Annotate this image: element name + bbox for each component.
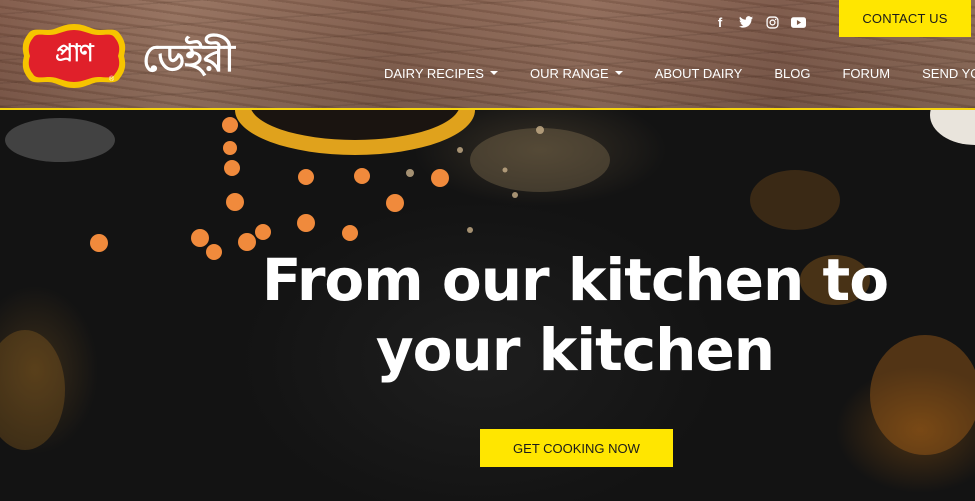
nav-item-label: SEND YOUR R	[922, 65, 975, 81]
nav-item-label: ABOUT DAIRY	[654, 65, 743, 81]
pran-logo[interactable]: প্রাণ ®	[20, 22, 128, 90]
nav-item-dairy-recipes[interactable]: DAIRY RECIPES	[384, 64, 498, 82]
youtube-icon[interactable]	[790, 14, 806, 30]
nav-item-about-dairy[interactable]: ABOUT DAIRY	[655, 64, 743, 82]
caret-down-icon	[489, 71, 498, 75]
nav-item-our-range[interactable]: OUR RANGE	[530, 64, 623, 82]
twitter-icon[interactable]	[738, 14, 754, 30]
nav-item-send-your-recipe[interactable]: SEND YOUR R	[922, 64, 975, 82]
social-links: f	[712, 14, 806, 30]
site-header: প্রাণ ® ডেইরী f CONTACT US DAIRY RECIPES…	[0, 0, 975, 110]
caret-down-icon	[614, 71, 623, 75]
get-cooking-now-button[interactable]: GET COOKING NOW	[480, 429, 673, 467]
main-nav: DAIRY RECIPES OUR RANGE ABOUT DAIRY BLOG…	[384, 64, 975, 82]
nav-item-label: BLOG	[774, 65, 811, 81]
facebook-icon[interactable]: f	[712, 14, 728, 30]
nav-item-forum[interactable]: FORUM	[842, 64, 890, 82]
instagram-icon[interactable]	[764, 14, 780, 30]
headline-line-1: From our kitchen to	[261, 246, 889, 314]
brand-name: ডেইরী	[142, 36, 235, 80]
hero-banner: From our kitchen to your kitchen GET COO…	[0, 110, 975, 501]
contact-us-button[interactable]: CONTACT US	[839, 0, 971, 37]
hero-headline: From our kitchen to your kitchen	[220, 245, 930, 385]
registered-mark: ®	[109, 76, 115, 83]
nav-item-blog[interactable]: BLOG	[774, 64, 810, 82]
nav-item-label: OUR RANGE	[529, 65, 609, 81]
nav-item-label: FORUM	[842, 65, 891, 81]
nav-item-label: DAIRY RECIPES	[384, 65, 484, 81]
headline-line-2: your kitchen	[375, 316, 775, 384]
